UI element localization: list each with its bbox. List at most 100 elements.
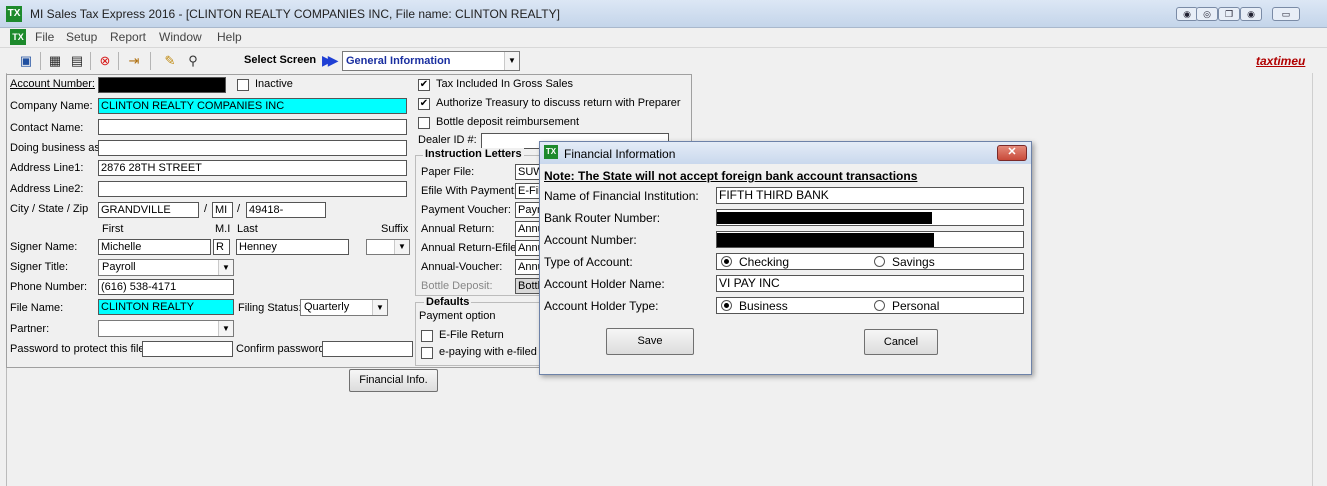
account-number-label: Account Number: [544,233,637,247]
dba-label: Doing business as: [10,142,103,154]
confirm-password-field[interactable] [322,341,413,357]
annual-voucher-label: Annual-Voucher: [421,261,503,273]
toolbar-separator [118,52,119,70]
zip-field[interactable]: 49418- [246,202,326,218]
authorize-treasury-label: Authorize Treasury to discuss return wit… [436,97,681,109]
brand-link[interactable]: taxtimeu [1256,54,1305,68]
toolbar-separator [150,52,151,70]
savings-label: Savings [892,255,935,269]
app-icon: TX [544,145,558,159]
address-line2-label: Address Line2: [10,183,84,195]
menu-window[interactable]: Window [156,29,205,45]
checking-radio[interactable] [721,256,732,267]
menu-setup[interactable]: Setup [63,29,100,45]
minimize-icon[interactable]: ▭ [1272,7,1300,21]
institution-field[interactable]: FIFTH THIRD BANK [716,187,1024,204]
lookup-icon[interactable]: ⚲ [183,52,203,70]
password-label: Password to protect this file: [10,343,148,355]
city-field[interactable]: GRANDVILLE [98,202,199,218]
inactive-label: Inactive [255,78,293,90]
save-icon[interactable]: ▣ [16,52,36,70]
payment-voucher-label: Payment Voucher: [421,204,511,216]
menu-help[interactable]: Help [214,29,245,45]
file-name-label: File Name: [10,302,64,314]
personal-radio[interactable] [874,300,885,311]
cancel-button[interactable]: Cancel [864,329,938,355]
address-line1-label: Address Line1: [10,162,84,174]
efile-return-checkbox[interactable] [421,330,433,342]
settings-icon[interactable]: ◉ [1240,7,1262,21]
exit-icon[interactable]: ⇥ [124,52,144,70]
mi-column-label: M.I [215,223,231,235]
network-icon[interactable]: ◎ [1196,7,1218,21]
title-bar: TX MI Sales Tax Express 2016 - [CLINTON … [0,0,1327,28]
dialog-title: Financial Information [564,147,676,161]
contact-name-field[interactable] [98,119,407,135]
bottle-reimbursement-checkbox[interactable] [418,117,430,129]
password-field[interactable] [142,341,233,357]
business-radio[interactable] [721,300,732,311]
payment-option-label: Payment option [419,310,496,322]
filing-status-dropdown[interactable]: Quarterly ▼ [300,299,388,316]
signer-title-dropdown[interactable]: Payroll ▼ [98,259,234,276]
epaying-checkbox[interactable] [421,347,433,359]
file-name-field[interactable]: CLINTON REALTY [98,299,234,315]
epaying-label: e-paying with e-filed r [439,346,544,358]
address-line2-field[interactable] [98,181,407,197]
redacted-router-number [717,212,932,224]
signer-last-field[interactable]: Henney [236,239,349,255]
menu-report[interactable]: Report [107,29,149,45]
account-number-label: Account Number: [10,78,95,90]
document-icon[interactable]: TX [10,29,26,45]
calculator-icon[interactable]: ▦ [45,52,65,70]
signer-title-label: Signer Title: [10,261,69,273]
phone-number-field[interactable]: (616) 538-4171 [98,279,234,295]
holder-name-field[interactable]: VI PAY INC [716,275,1024,292]
form-icon[interactable]: ▤ [67,52,87,70]
select-screen-dropdown[interactable]: General Information ▼ [342,51,520,71]
app-icon: TX [6,6,22,22]
menu-bar: TX File Setup Report Window Help [0,28,1327,47]
restore-icon[interactable]: ❐ [1218,7,1240,21]
cancel-icon[interactable]: ⊗ [95,52,115,70]
close-icon[interactable]: ✕ [997,145,1027,161]
dba-field[interactable] [98,140,407,156]
tax-included-checkbox[interactable]: ✔ [418,79,430,91]
bottle-deposit-label: Bottle Deposit: [421,280,493,292]
toolbar: ▣ ▦ ▤ ⊗ ⇥ ✎ ⚲ Select Screen ▶▶ General I… [0,47,1327,73]
checking-label: Checking [739,255,790,269]
account-number-field[interactable] [98,77,226,93]
financial-info-button[interactable]: Financial Info. [349,369,438,392]
notes-icon[interactable]: ✎ [160,52,180,70]
partner-dropdown[interactable]: ▼ [98,320,234,337]
city-state-zip-label: City / State / Zip [10,203,89,215]
holder-name-label: Account Holder Name: [544,277,665,291]
save-button[interactable]: Save [606,328,694,355]
last-column-label: Last [237,223,258,235]
filing-status-label: Filing Status: [238,302,302,314]
vertical-scrollbar[interactable] [1312,73,1327,486]
signer-mi-field[interactable]: R [213,239,230,255]
menu-file[interactable]: File [32,29,57,45]
authorize-treasury-checkbox[interactable]: ✔ [418,98,430,110]
bottle-reimbursement-label: Bottle deposit reimbursement [436,116,580,128]
router-number-field[interactable] [716,209,1024,226]
instruction-letters-title: Instruction Letters [423,148,524,160]
signer-first-field[interactable]: Michelle [98,239,211,255]
inactive-checkbox[interactable] [237,79,249,91]
help-icon[interactable]: ◉ [1176,7,1198,21]
suffix-dropdown[interactable]: ▼ [366,239,410,255]
foreign-bank-note: Note: The State will not accept foreign … [544,169,918,183]
efile-payment-label: Efile With Payment: [421,185,517,197]
first-column-label: First [102,223,124,235]
savings-radio[interactable] [874,256,885,267]
suffix-column-label: Suffix [381,223,409,235]
chevron-down-icon: ▼ [504,52,519,70]
business-label: Business [739,299,788,313]
chevron-down-icon: ▼ [218,260,233,275]
tax-included-label: Tax Included In Gross Sales [436,78,573,90]
address-line1-field[interactable]: 2876 28TH STREET [98,160,407,176]
state-field[interactable]: MI [212,202,233,218]
company-name-field[interactable]: CLINTON REALTY COMPANIES INC [98,98,407,114]
account-number-field[interactable] [716,231,1024,248]
